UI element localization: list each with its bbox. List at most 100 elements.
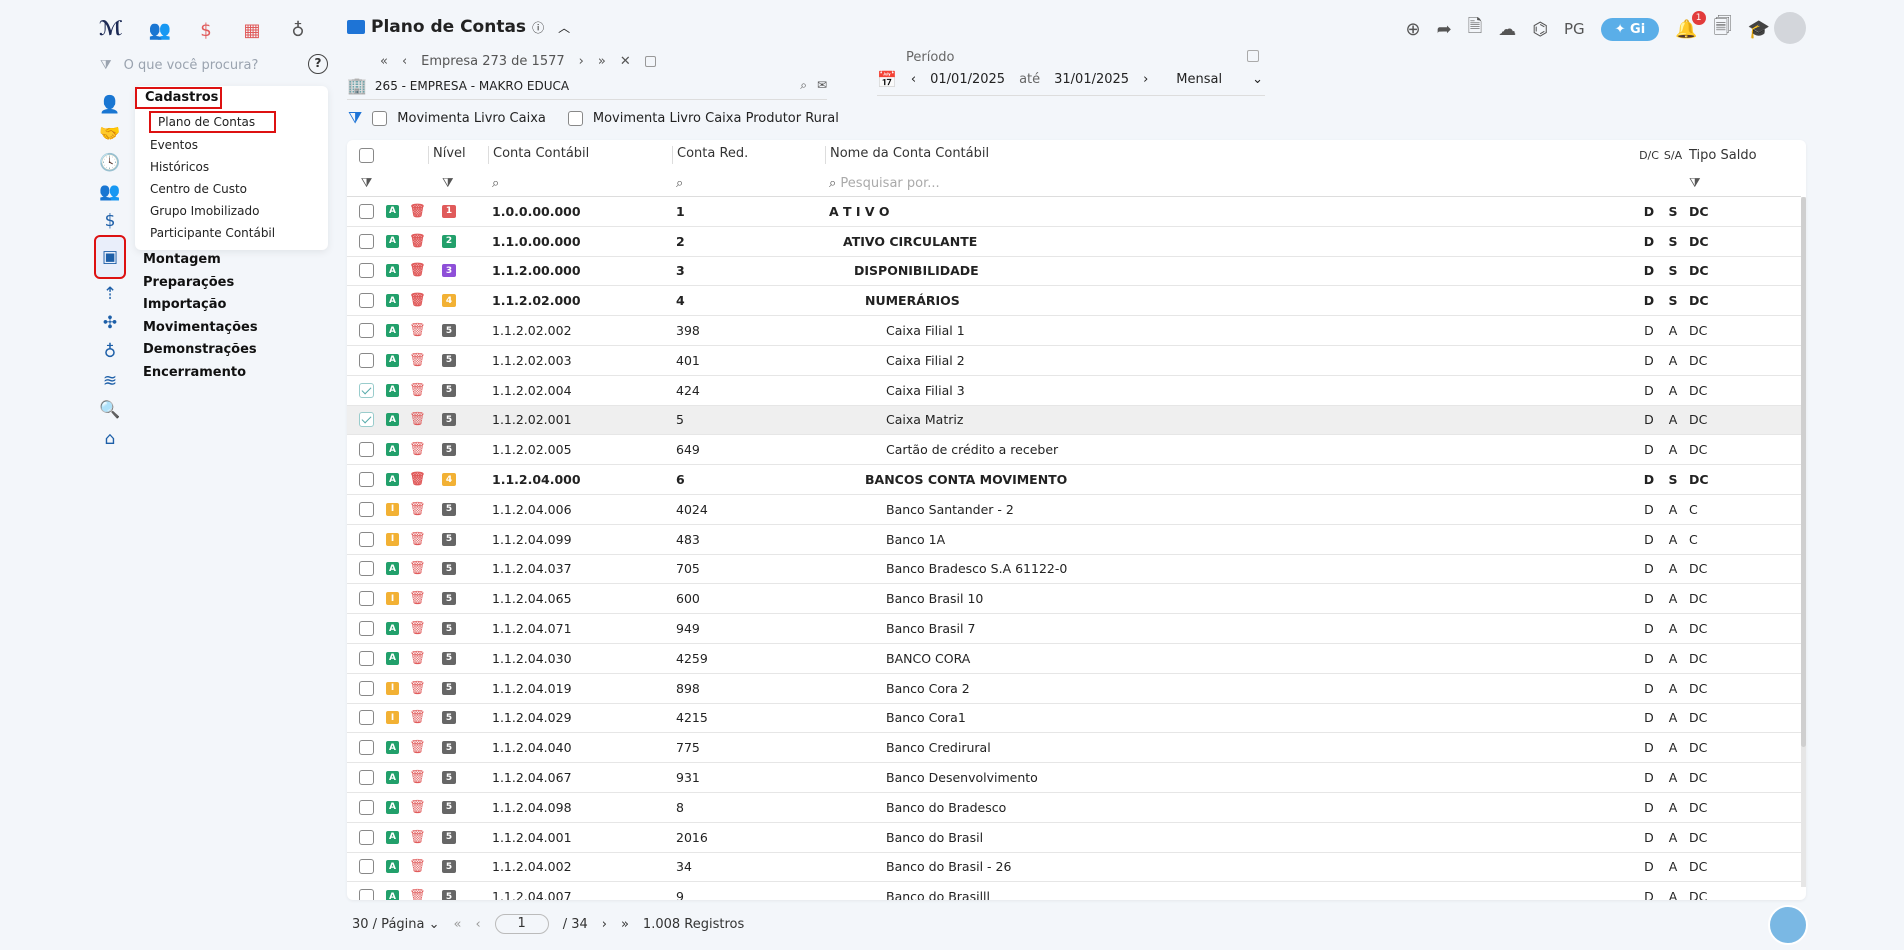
menu-title[interactable]: Cadastros xyxy=(135,87,222,109)
layers-icon[interactable]: ≋ xyxy=(96,366,124,395)
row-checkbox[interactable] xyxy=(359,650,374,666)
table-row[interactable]: A 🗑 5 1.1.2.04.067 931 Banco Desenvolvimento D… xyxy=(347,763,1801,793)
trash-icon[interactable]: 🗑 xyxy=(409,681,426,696)
trash-icon[interactable]: 🗑 xyxy=(409,442,426,457)
table-row[interactable]: A 🗑 2 1.1.0.00.000 2 ATIVO CIRCULANTE D S DC xyxy=(347,227,1801,257)
menu-item-grupo-imobilizado[interactable]: Grupo Imobilizado xyxy=(150,204,259,218)
avatar[interactable] xyxy=(1774,12,1806,44)
row-checkbox[interactable] xyxy=(359,323,374,339)
finance-app-icon[interactable]: $ xyxy=(193,18,219,42)
tipo-filter-icon[interactable]: ⧩ xyxy=(1683,176,1763,191)
trash-icon[interactable]: 🗑 xyxy=(409,502,426,517)
table-row[interactable]: A 🗑 5 1.1.2.04.098 8 Banco do Bradesco D A DC xyxy=(347,793,1801,823)
section-preparacoes[interactable]: Preparações xyxy=(143,275,258,298)
table-row[interactable]: A 🗑 5 1.1.2.04.002 34 Banco do Brasil - 26 D A D… xyxy=(347,853,1801,883)
trash-icon[interactable]: 🗑 xyxy=(409,859,426,874)
menu-search[interactable]: ⧩ O que você procura? ? xyxy=(100,54,332,76)
table-row[interactable]: A 🗑 3 1.1.2.00.000 3 DISPONIBILIDADE D S DC xyxy=(347,257,1801,287)
table-row[interactable]: I 🗑 5 1.1.2.04.029 4215 Banco Cora1 D A DC xyxy=(347,704,1801,734)
livro-rural-checkbox[interactable] xyxy=(567,110,583,126)
bell-icon[interactable]: 🔔 1 xyxy=(1675,10,1706,40)
row-checkbox[interactable] xyxy=(359,233,374,249)
row-checkbox[interactable] xyxy=(359,263,374,279)
row-checkbox[interactable] xyxy=(359,829,374,845)
row-checkbox[interactable] xyxy=(359,382,374,398)
header-nivel[interactable]: Nível xyxy=(429,146,466,164)
next-period-icon[interactable]: › xyxy=(1143,72,1148,87)
table-row[interactable]: A 🗑 5 1.1.2.04.030 4259 BANCO CORA D A DC xyxy=(347,644,1801,674)
section-encerramento[interactable]: Encerramento xyxy=(143,365,258,388)
trash-icon[interactable]: 🗑 xyxy=(409,353,426,368)
trash-icon[interactable]: 🗑 xyxy=(409,383,426,398)
accounting-icon[interactable]: ▣ xyxy=(94,235,126,279)
section-movimentacoes[interactable]: Movimentações xyxy=(143,320,258,343)
trash-icon[interactable]: 🗑 xyxy=(409,293,426,308)
select-all-checkbox[interactable] xyxy=(359,147,374,163)
user-initials[interactable]: PG xyxy=(1564,20,1585,38)
share-icon[interactable]: ➦ xyxy=(1437,19,1452,40)
help-icon[interactable]: ? xyxy=(308,54,328,74)
trash-icon[interactable]: 🗑 xyxy=(409,770,426,785)
user-icon[interactable]: 👤 xyxy=(96,90,124,119)
livro-caixa-checkbox[interactable] xyxy=(372,110,388,126)
table-scrollbar[interactable] xyxy=(1801,197,1806,887)
table-row[interactable]: A 🗑 5 1.1.2.02.002 398 Caixa Filial 1 D A DC xyxy=(347,316,1801,346)
trash-icon[interactable]: 🗑 xyxy=(409,532,426,547)
add-icon[interactable]: ⊕ xyxy=(1406,19,1421,40)
first-page-button[interactable]: « xyxy=(454,917,462,932)
app-logo[interactable]: ℳ xyxy=(99,16,123,40)
clock-icon[interactable]: 🕓 xyxy=(96,148,124,177)
scrollbar-thumb[interactable] xyxy=(1801,197,1806,747)
trash-icon[interactable]: 🗑 xyxy=(409,561,426,576)
header-tipo-saldo[interactable]: Tipo Saldo xyxy=(1683,148,1763,163)
trash-icon[interactable]: 🗑 xyxy=(409,830,426,845)
trash-icon[interactable]: 🗑 xyxy=(409,412,426,427)
header-sa[interactable]: S/A xyxy=(1663,149,1683,162)
trash-icon[interactable]: 🗑 xyxy=(409,263,426,278)
filter-icon[interactable]: ⧩ xyxy=(347,176,386,191)
trash-icon[interactable]: 🗑 xyxy=(409,204,426,219)
next-company-icon[interactable]: › xyxy=(579,54,584,69)
grid-app-icon[interactable]: ▦ xyxy=(239,18,265,42)
people-app-icon[interactable]: 👥 xyxy=(147,18,173,42)
row-checkbox[interactable] xyxy=(359,621,374,637)
funnel-icon[interactable]: ⧩ xyxy=(348,108,362,128)
level-filter-icon[interactable]: ⧩ xyxy=(428,176,488,191)
row-checkbox[interactable] xyxy=(359,442,374,458)
handshake-icon[interactable]: 🤝 xyxy=(96,119,124,148)
row-checkbox[interactable] xyxy=(359,799,374,815)
upload-icon[interactable]: ⇡ xyxy=(96,279,124,308)
last-page-button[interactable]: » xyxy=(621,917,629,932)
row-checkbox[interactable] xyxy=(359,412,374,428)
menu-item-eventos[interactable]: Eventos xyxy=(150,138,198,152)
table-row[interactable]: I 🗑 5 1.1.2.04.006 4024 Banco Santander - 2 DA… xyxy=(347,495,1801,525)
graduation-icon[interactable]: 🎓 xyxy=(1748,19,1770,40)
red-search-icon[interactable]: ⌕ xyxy=(672,176,825,191)
company-checkbox[interactable] xyxy=(644,56,656,67)
table-row[interactable]: I 🗑 5 1.1.2.04.099 483 Banco 1A D A C xyxy=(347,525,1801,555)
header-nome[interactable]: Nome da Conta Contábil xyxy=(826,146,989,164)
table-row[interactable]: A 🗑 5 1.1.2.02.005 649 Cartão de crédito a re… xyxy=(347,435,1801,466)
table-row[interactable]: A 🗑 5 1.1.2.04.071 949 Banco Brasil 7 D A DC xyxy=(347,614,1801,644)
section-demonstracoes[interactable]: Demonstrações xyxy=(143,342,258,365)
header-red[interactable]: Conta Red. xyxy=(673,146,748,164)
row-checkbox[interactable] xyxy=(359,680,374,696)
menu-item-centro-de-custo[interactable]: Centro de Custo xyxy=(150,182,247,196)
users-icon[interactable]: 👥 xyxy=(96,177,124,206)
table-row[interactable]: A 🗑 5 1.1.2.02.003 401 Caixa Filial 2 D A DC xyxy=(347,346,1801,376)
row-checkbox[interactable] xyxy=(359,591,374,607)
row-checkbox[interactable] xyxy=(359,561,374,577)
period-to[interactable]: 31/01/2025 xyxy=(1054,72,1129,87)
trash-icon[interactable]: 🗑 xyxy=(409,591,426,606)
magnifier-icon[interactable]: 🔍 xyxy=(96,395,124,424)
trash-icon[interactable]: 🗑 xyxy=(409,800,426,815)
trash-icon[interactable]: 🗑 xyxy=(409,740,426,755)
money-bag-app-icon[interactable]: ♁ xyxy=(285,18,311,42)
trash-icon[interactable]: 🗑 xyxy=(409,621,426,636)
trash-icon[interactable]: 🗑 xyxy=(409,889,426,900)
header-dc[interactable]: D/C xyxy=(1635,149,1663,162)
conta-search-icon[interactable]: ⌕ xyxy=(488,176,672,191)
period-checkbox[interactable] xyxy=(1247,50,1259,62)
row-checkbox[interactable] xyxy=(359,472,374,488)
row-checkbox[interactable] xyxy=(359,770,374,786)
